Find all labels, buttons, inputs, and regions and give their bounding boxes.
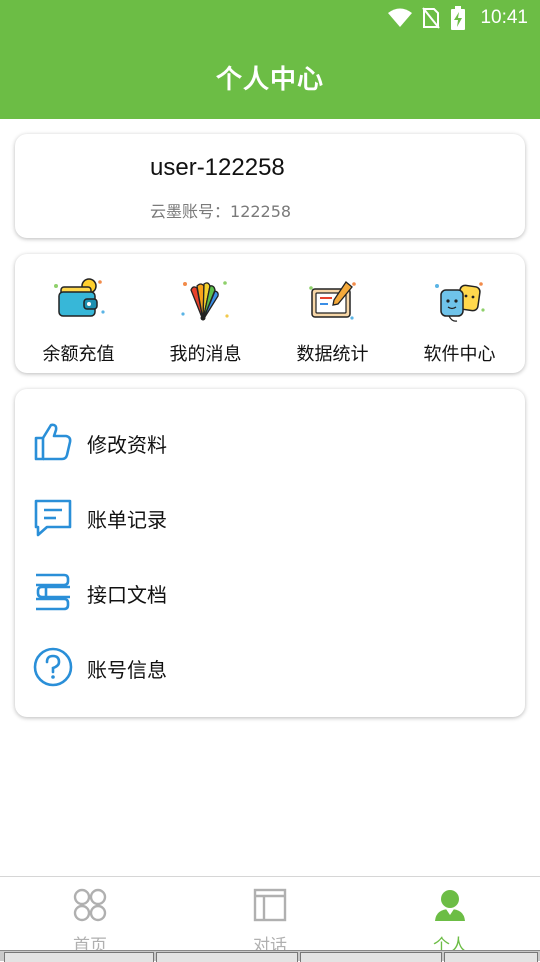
- quick-action-label: 余额充值: [42, 344, 115, 365]
- status-time: 10:41: [480, 7, 528, 28]
- message-icon: [34, 499, 72, 537]
- question-icon: [33, 647, 73, 687]
- menu-item-billing[interactable]: 账单记录: [15, 480, 525, 555]
- taskbar-button[interactable]: [156, 952, 298, 962]
- menu-item-account-info[interactable]: 账号信息: [15, 630, 525, 705]
- username: user-122258: [150, 154, 285, 181]
- quick-action-software[interactable]: 软件中心: [396, 254, 523, 373]
- battery-charging-icon: [451, 6, 466, 30]
- software-chips-icon: [435, 282, 485, 322]
- layout-icon: [253, 888, 287, 922]
- quick-action-messages[interactable]: 我的消息: [142, 254, 269, 373]
- home-grid-icon: [73, 888, 107, 922]
- quick-action-label: 数据统计: [296, 344, 369, 365]
- menu-item-edit-profile[interactable]: 修改资料: [15, 405, 525, 480]
- nav-item-profile[interactable]: 个人: [360, 877, 540, 961]
- taskbar-button[interactable]: [4, 952, 154, 962]
- bottom-nav: 首页 对话 个人: [0, 876, 540, 961]
- menu-item-label: 接口文档: [87, 583, 167, 607]
- menu-item-label: 修改资料: [87, 433, 167, 457]
- taskbar-button[interactable]: [444, 952, 538, 962]
- quick-action-recharge[interactable]: 余额充值: [15, 254, 142, 373]
- chart-board-icon: [309, 281, 356, 320]
- quick-action-label: 软件中心: [423, 344, 496, 365]
- person-icon: [435, 890, 465, 921]
- quick-actions-card: 余额充值 我的消息 数据统计 软件中心: [15, 254, 525, 373]
- system-taskbar: [0, 950, 540, 962]
- profile-card[interactable]: user-122258 云墨账号：122258: [15, 134, 525, 238]
- nav-item-chat[interactable]: 对话: [180, 877, 360, 961]
- page-title: 个人中心: [215, 65, 324, 95]
- menu-item-api-docs[interactable]: 接口文档: [15, 555, 525, 630]
- color-palette-icon: [181, 281, 229, 321]
- account-label: 云墨账号：: [150, 202, 231, 221]
- thumbs-up-icon: [34, 423, 72, 461]
- quick-action-statistics[interactable]: 数据统计: [269, 254, 396, 373]
- account-number: 122258: [230, 202, 292, 221]
- no-sim-icon: [422, 7, 441, 29]
- books-icon: [36, 573, 70, 611]
- menu-item-label: 账单记录: [87, 508, 167, 532]
- app-header: 个人中心: [0, 36, 540, 119]
- account-line: 云墨账号：122258: [150, 198, 291, 222]
- menu-item-label: 账号信息: [87, 658, 167, 682]
- nav-item-home[interactable]: 首页: [0, 877, 180, 961]
- status-bar: 10:41: [0, 0, 540, 36]
- menu-card: 修改资料 账单记录 接口文档 账号信息: [15, 389, 525, 717]
- taskbar-button[interactable]: [300, 952, 442, 962]
- status-icons: 10:41: [388, 6, 528, 30]
- quick-action-label: 我的消息: [169, 344, 242, 365]
- wallet-icon: [54, 278, 105, 317]
- wifi-icon: [388, 8, 413, 27]
